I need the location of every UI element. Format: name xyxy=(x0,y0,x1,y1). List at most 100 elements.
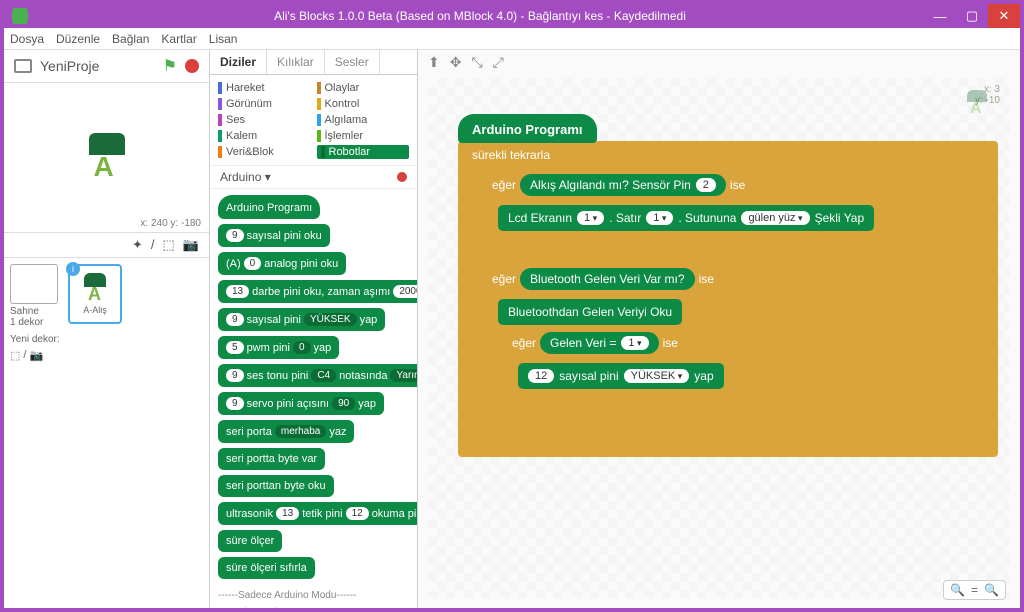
tab-sounds[interactable]: Sesler xyxy=(325,50,380,74)
titlebar: Ali's Blocks 1.0.0 Beta (Based on MBlock… xyxy=(4,4,1020,28)
new-backdrop-icons: ⬚ / 📷 xyxy=(10,349,62,362)
stack-block[interactable]: Lcd Ekranın1. Satır1. Sutununagülen yüzŞ… xyxy=(498,205,874,231)
stack-block[interactable]: 12sayısal piniYÜKSEKyap xyxy=(518,363,724,389)
palette-separator: ------Bluetooth------ xyxy=(218,607,409,608)
canvas-coords: A x: 3 y: -10 xyxy=(975,84,1000,106)
menu-file[interactable]: Dosya xyxy=(10,32,44,46)
menu-edit[interactable]: Düzenle xyxy=(56,32,100,46)
tool-grow-icon[interactable]: ⤢ xyxy=(493,54,504,71)
stack-block[interactable]: Bluetoothdan Gelen Veriyi Oku xyxy=(498,299,682,325)
tool-upload-icon[interactable]: ⬆ xyxy=(428,54,440,71)
script-canvas: ⬆ ✥ ⤡ ⤢ A x: 3 y: -10 Arduino Programı s… xyxy=(418,50,1020,608)
project-name: YeniProje xyxy=(40,58,155,74)
palette-block[interactable]: seri porttan byte oku xyxy=(218,475,334,497)
script-area[interactable]: A x: 3 y: -10 Arduino Programı sürekli t… xyxy=(428,78,1010,598)
backdrop-library-icon[interactable]: ⬚ xyxy=(10,349,20,362)
close-button[interactable]: ✕ xyxy=(988,4,1020,28)
menu-connect[interactable]: Bağlan xyxy=(112,32,149,46)
sprite-preview: A xyxy=(82,133,132,183)
zoom-controls: 🔍 = 🔍 xyxy=(943,580,1006,600)
cat-sensing[interactable]: Algılama xyxy=(317,113,410,127)
menu-licence[interactable]: Lisan xyxy=(209,32,238,46)
palette-block[interactable]: 9sayısal piniYÜKSEKyap xyxy=(218,308,385,331)
cat-data[interactable]: Veri&Blok xyxy=(218,145,311,159)
stage-preview[interactable]: A x: 240 y: -180 xyxy=(4,83,209,233)
device-name: Arduino xyxy=(220,170,261,184)
stage-label: Sahne xyxy=(10,306,62,317)
palette-block[interactable]: seri portamerhabayaz xyxy=(218,420,354,443)
sprite-info-icon[interactable]: i xyxy=(66,262,80,276)
palette-separator: ------Sadece Arduino Modu------ xyxy=(218,590,409,601)
bool-block[interactable]: Bluetooth Gelen Veri Var mı? xyxy=(520,268,695,290)
left-column: YeniProje ⚑ A x: 240 y: -180 ✦ / ⬚ 📷 xyxy=(4,50,210,608)
sprite-thumbnail[interactable]: i A A-Aliş xyxy=(68,264,122,324)
minimize-button[interactable]: — xyxy=(924,4,956,28)
device-row[interactable]: Arduino ▾ xyxy=(210,165,417,189)
palette-block[interactable]: seri portta byte var xyxy=(218,448,325,470)
forever-block[interactable]: sürekli tekrarla eğer Alkış Algılandı mı… xyxy=(458,141,998,457)
if-block[interactable]: eğer Bluetooth Gelen Veri Var mı? ise Bl… xyxy=(478,261,878,435)
block-palette[interactable]: Arduino Programı 9sayısal pini oku (A)0a… xyxy=(210,189,417,608)
bool-block[interactable]: Gelen Veri =1 xyxy=(540,332,659,354)
palette-block[interactable]: 9ses tonu piniC4notasındaYarım xyxy=(218,364,417,387)
connection-status-icon xyxy=(397,172,407,182)
stage-count: 1 dekor xyxy=(10,317,62,328)
menubar: Dosya Düzenle Bağlan Kartlar Lisan xyxy=(4,28,1020,50)
new-sprite-upload-icon[interactable]: ⬚ xyxy=(163,237,175,253)
new-sprite-camera-icon[interactable]: 📷 xyxy=(183,237,199,253)
palette-block[interactable]: 13darbe pini oku, zaman aşımı20000 xyxy=(218,280,417,303)
zoom-reset-icon[interactable]: = xyxy=(971,583,978,597)
cat-control[interactable]: Kontrol xyxy=(317,97,410,111)
sprite-name: A-Aliş xyxy=(83,305,107,315)
palette-block[interactable]: 9servo pini açısını90yap xyxy=(218,392,384,415)
window-title: Ali's Blocks 1.0.0 Beta (Based on MBlock… xyxy=(36,9,924,23)
tool-move-icon[interactable]: ✥ xyxy=(450,54,462,71)
zoom-out-icon[interactable]: 🔍 xyxy=(950,583,965,597)
new-sprite-library-icon[interactable]: ✦ xyxy=(132,237,143,253)
zoom-in-icon[interactable]: 🔍 xyxy=(984,583,999,597)
tool-shrink-icon[interactable]: ⤡ xyxy=(471,54,482,71)
main-area: YeniProje ⚑ A x: 240 y: -180 ✦ / ⬚ 📷 xyxy=(4,50,1020,608)
script-stack[interactable]: Arduino Programı sürekli tekrarla eğer A… xyxy=(458,114,998,457)
new-backdrop-label: Yeni dekor: xyxy=(10,334,62,345)
palette-block[interactable]: süre ölçeri sıfırla xyxy=(218,557,315,579)
cat-operators[interactable]: İşlemler xyxy=(317,129,410,143)
block-categories: Hareket Olaylar Görünüm Kontrol Ses Algı… xyxy=(210,75,417,165)
sprite-list: i A A-Aliş xyxy=(68,264,122,602)
stage-thumbnail[interactable] xyxy=(10,264,58,304)
cat-sound[interactable]: Ses xyxy=(218,113,311,127)
bool-block[interactable]: Alkış Algılandı mı? Sensör Pin2 xyxy=(520,174,726,196)
palette-block[interactable]: ultrasonik13tetik pini12okuma pini xyxy=(218,502,417,525)
project-header: YeniProje ⚑ xyxy=(4,50,209,83)
stage-coords: x: 240 y: -180 xyxy=(140,218,201,229)
backdrop-paint-icon[interactable]: / xyxy=(23,349,26,362)
cat-events[interactable]: Olaylar xyxy=(317,81,410,95)
palette-block[interactable]: 5pwm pini0yap xyxy=(218,336,339,359)
palette-block[interactable]: Arduino Programı xyxy=(218,195,320,219)
sprite-tools: ✦ / ⬚ 📷 xyxy=(4,233,209,258)
cat-motion[interactable]: Hareket xyxy=(218,81,311,95)
cat-pen[interactable]: Kalem xyxy=(218,129,311,143)
tab-scripts[interactable]: Diziler xyxy=(210,50,267,74)
palette-block[interactable]: süre ölçer xyxy=(218,530,282,552)
app-icon xyxy=(12,8,28,24)
cat-robots[interactable]: Robotlar xyxy=(317,145,410,159)
backdrop-camera-icon[interactable]: 📷 xyxy=(29,349,43,362)
palette-block[interactable]: 9sayısal pini oku xyxy=(218,224,330,247)
project-icon xyxy=(14,59,32,73)
tab-costumes[interactable]: Kılıklar xyxy=(267,50,325,74)
hat-block[interactable]: Arduino Programı xyxy=(458,114,597,143)
green-flag-icon[interactable]: ⚑ xyxy=(163,56,177,76)
blocks-column: Diziler Kılıklar Sesler Hareket Olaylar … xyxy=(210,50,418,608)
if-block[interactable]: eğer Gelen Veri =1 ise 12sayısal piniYÜK… xyxy=(498,325,818,413)
maximize-button[interactable]: ▢ xyxy=(956,4,988,28)
window-controls: — ▢ ✕ xyxy=(924,4,1020,28)
menu-boards[interactable]: Kartlar xyxy=(161,32,196,46)
sprite-area: Sahne 1 dekor Yeni dekor: ⬚ / 📷 i A A-Al… xyxy=(4,258,209,608)
stop-icon[interactable] xyxy=(185,59,199,73)
new-sprite-paint-icon[interactable]: / xyxy=(151,237,155,253)
if-block[interactable]: eğer Alkış Algılandı mı? Sensör Pin2 ise… xyxy=(478,167,988,255)
app-window: Ali's Blocks 1.0.0 Beta (Based on MBlock… xyxy=(4,4,1020,608)
cat-looks[interactable]: Görünüm xyxy=(218,97,311,111)
palette-block[interactable]: (A)0analog pini oku xyxy=(218,252,346,275)
